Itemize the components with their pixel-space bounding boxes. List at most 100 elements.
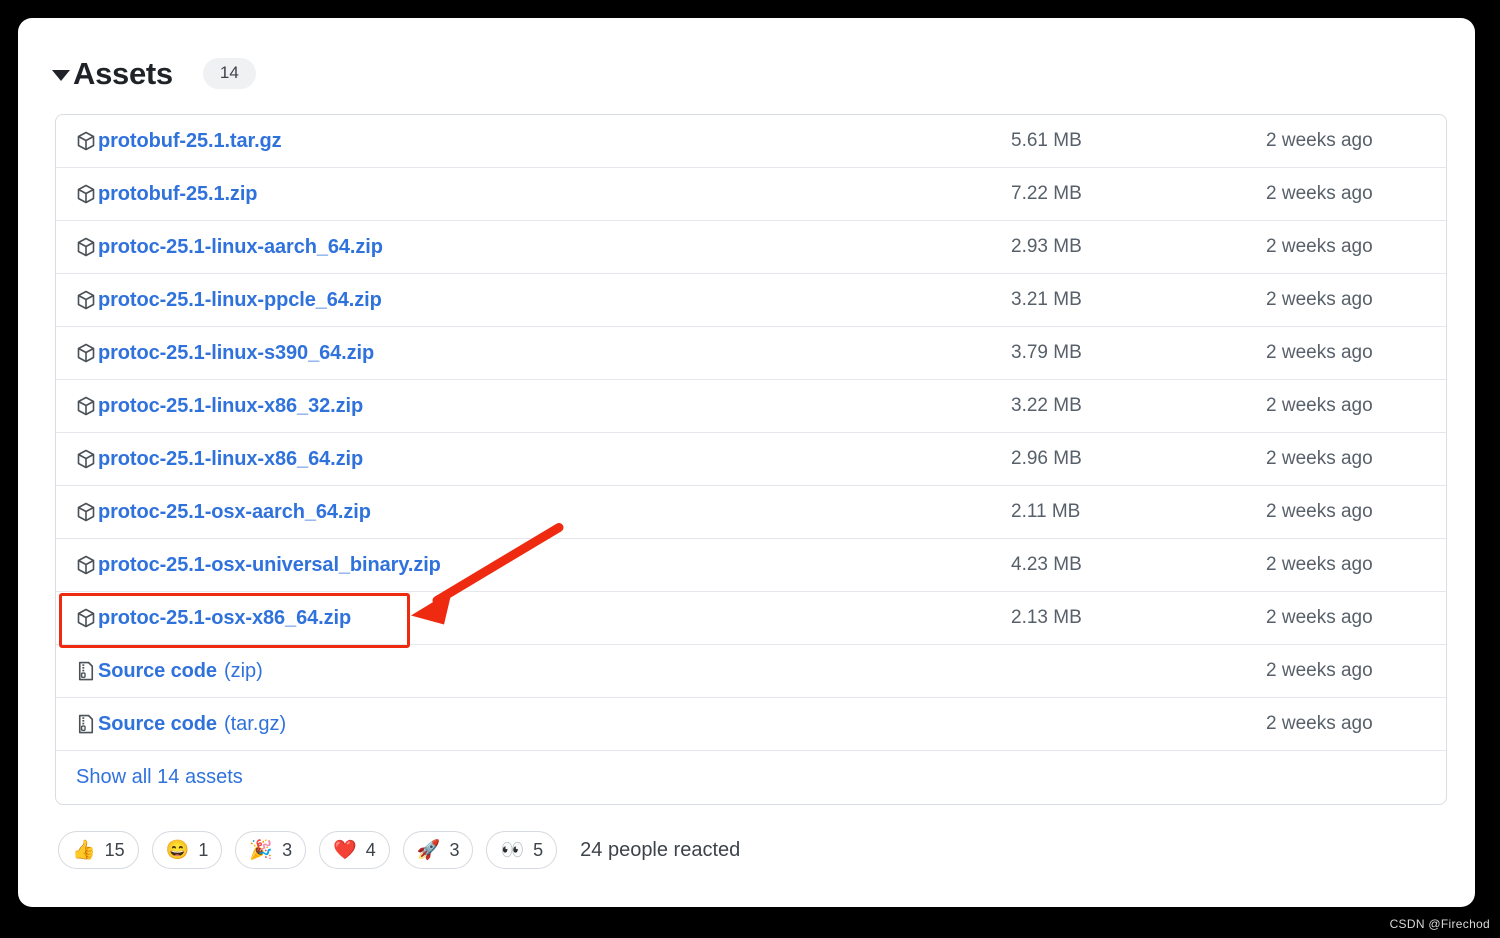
asset-date: 2 weeks ago — [1266, 183, 1373, 204]
chevron-down-icon[interactable] — [52, 70, 70, 81]
show-all-assets-row[interactable]: Show all 14 assets — [56, 751, 1446, 804]
package-icon — [77, 449, 95, 469]
asset-date: 2 weeks ago — [1266, 395, 1373, 416]
reaction-count: 3 — [282, 839, 293, 860]
assets-table: protobuf-25.1.tar.gz 5.61 MB 2 weeks ago pr… — [55, 114, 1447, 805]
reactions-bar: 👍 15 😄 1 🎉 3 ❤️ 4 🚀 3 👀 5 24 people reacted — [58, 831, 1475, 869]
release-assets-card: Assets 14 protobuf-25.1.tar.gz 5.61 MB 2 w… — [18, 18, 1475, 907]
assets-count-badge: 14 — [202, 58, 256, 89]
table-row[interactable]: Source code (tar.gz) 2 weeks ago — [56, 698, 1446, 751]
asset-download-link[interactable]: protoc-25.1-linux-aarch_64.zip — [98, 236, 383, 259]
asset-size: 3.22 MB — [1011, 395, 1082, 416]
asset-name-cell: protoc-25.1-osx-universal_binary.zip — [56, 554, 1011, 577]
asset-download-link[interactable]: protoc-25.1-osx-aarch_64.zip — [98, 501, 371, 524]
reaction-pill[interactable]: 👍 15 — [58, 831, 139, 869]
asset-name-cell: protoc-25.1-linux-x86_32.zip — [56, 395, 1011, 418]
reaction-count: 1 — [198, 839, 209, 860]
table-row[interactable]: protoc-25.1-linux-x86_32.zip 3.22 MB 2 wee… — [56, 380, 1446, 433]
asset-size: 5.61 MB — [1011, 130, 1082, 151]
asset-size: 4.23 MB — [1011, 554, 1082, 575]
asset-name-cell: protoc-25.1-linux-aarch_64.zip — [56, 236, 1011, 259]
table-row[interactable]: protoc-25.1-linux-ppcle_64.zip 3.21 MB 2 w… — [56, 274, 1446, 327]
asset-download-link[interactable]: protoc-25.1-osx-x86_64.zip — [98, 607, 351, 630]
asset-date: 2 weeks ago — [1266, 660, 1373, 681]
package-icon — [77, 237, 95, 257]
asset-download-link[interactable]: protoc-25.1-linux-s390_64.zip — [98, 342, 374, 365]
watermark: CSDN @Firechod — [1389, 917, 1490, 931]
asset-date: 2 weeks ago — [1266, 607, 1373, 628]
asset-download-link[interactable]: protoc-25.1-linux-x86_64.zip — [98, 448, 363, 471]
asset-download-link[interactable]: Source code — [98, 713, 217, 736]
asset-date: 2 weeks ago — [1266, 236, 1373, 257]
table-row[interactable]: protoc-25.1-linux-aarch_64.zip 2.93 MB 2 w… — [56, 221, 1446, 274]
asset-date: 2 weeks ago — [1266, 342, 1373, 363]
assets-header: Assets 14 — [18, 18, 1475, 89]
table-row[interactable]: protoc-25.1-linux-s390_64.zip 3.79 MB 2 we… — [56, 327, 1446, 380]
reaction-pill[interactable]: ❤️ 4 — [319, 831, 390, 869]
table-row[interactable]: protoc-25.1-osx-x86_64.zip 2.13 MB 2 weeks… — [56, 592, 1446, 645]
asset-name-cell: protoc-25.1-linux-ppcle_64.zip — [56, 289, 1011, 312]
asset-size: 3.21 MB — [1011, 289, 1082, 310]
asset-date: 2 weeks ago — [1266, 554, 1373, 575]
asset-size: 2.93 MB — [1011, 236, 1082, 257]
reaction-pill[interactable]: 🚀 3 — [402, 831, 474, 869]
asset-date: 2 weeks ago — [1266, 713, 1373, 734]
heart-icon: ❤️ — [333, 839, 357, 861]
package-icon — [77, 502, 95, 522]
asset-date: 2 weeks ago — [1266, 448, 1373, 469]
reaction-pill[interactable]: 🎉 3 — [235, 831, 307, 869]
reaction-pill[interactable]: 👀 5 — [486, 831, 558, 869]
asset-size: 2.11 MB — [1011, 501, 1081, 522]
asset-name-cell: protoc-25.1-osx-aarch_64.zip — [56, 501, 1011, 524]
table-row[interactable]: Source code (zip) 2 weeks ago — [56, 645, 1446, 698]
reaction-count: 4 — [365, 839, 376, 860]
asset-name-cell: Source code (zip) — [56, 660, 1011, 683]
table-row[interactable]: protobuf-25.1.zip 7.22 MB 2 weeks ago — [56, 168, 1446, 221]
asset-name-cell: protobuf-25.1.tar.gz — [56, 130, 1011, 153]
asset-date: 2 weeks ago — [1266, 130, 1373, 151]
asset-size: 7.22 MB — [1011, 183, 1082, 204]
asset-download-link[interactable]: protoc-25.1-linux-ppcle_64.zip — [98, 289, 382, 312]
asset-name-cell: Source code (tar.gz) — [56, 713, 1011, 736]
package-icon — [77, 290, 95, 310]
asset-download-link[interactable]: Source code — [98, 660, 217, 683]
thumbs-up-icon: 👍 — [72, 839, 96, 861]
asset-date: 2 weeks ago — [1266, 501, 1373, 522]
asset-download-link[interactable]: protoc-25.1-linux-x86_32.zip — [98, 395, 363, 418]
asset-name-cell: protoc-25.1-linux-s390_64.zip — [56, 342, 1011, 365]
asset-name-cell: protobuf-25.1.zip — [56, 183, 1011, 206]
asset-size: 2.96 MB — [1011, 448, 1082, 469]
asset-download-link[interactable]: protoc-25.1-osx-universal_binary.zip — [98, 554, 441, 577]
table-row[interactable]: protoc-25.1-linux-x86_64.zip 2.96 MB 2 wee… — [56, 433, 1446, 486]
reaction-pill[interactable]: 😄 1 — [151, 831, 223, 869]
smile-icon: 😄 — [165, 839, 190, 861]
asset-name-cell: protoc-25.1-linux-x86_64.zip — [56, 448, 1011, 471]
rocket-icon: 🚀 — [416, 839, 441, 861]
asset-date: 2 weeks ago — [1266, 289, 1373, 310]
file-zip-icon — [78, 714, 94, 734]
file-zip-icon — [78, 661, 94, 681]
party-popper-icon: 🎉 — [249, 839, 274, 861]
table-row[interactable]: protobuf-25.1.tar.gz 5.61 MB 2 weeks ago — [56, 115, 1446, 168]
table-row[interactable]: protoc-25.1-osx-aarch_64.zip 2.11 MB 2 wee… — [56, 486, 1446, 539]
reaction-count: 5 — [533, 839, 544, 860]
package-icon — [77, 131, 95, 151]
asset-name-cell: protoc-25.1-osx-x86_64.zip — [56, 607, 1011, 630]
table-row[interactable]: protoc-25.1-osx-universal_binary.zip 4.23… — [56, 539, 1446, 592]
asset-download-link[interactable]: protobuf-25.1.zip — [98, 183, 258, 206]
show-all-assets-link[interactable]: Show all 14 assets — [76, 766, 243, 789]
package-icon — [77, 396, 95, 416]
package-icon — [77, 555, 95, 575]
package-icon — [77, 184, 95, 204]
asset-download-link[interactable]: protobuf-25.1.tar.gz — [98, 130, 282, 153]
package-icon — [77, 608, 95, 628]
page-title[interactable]: Assets — [73, 58, 173, 89]
package-icon — [77, 343, 95, 363]
reaction-count: 3 — [449, 839, 460, 860]
asset-format-label[interactable]: (tar.gz) — [224, 713, 286, 736]
reaction-count: 15 — [104, 839, 125, 860]
eyes-icon: 👀 — [500, 839, 525, 861]
asset-format-label[interactable]: (zip) — [224, 660, 263, 683]
asset-size: 3.79 MB — [1011, 342, 1082, 363]
reaction-summary: 24 people reacted — [580, 838, 741, 861]
